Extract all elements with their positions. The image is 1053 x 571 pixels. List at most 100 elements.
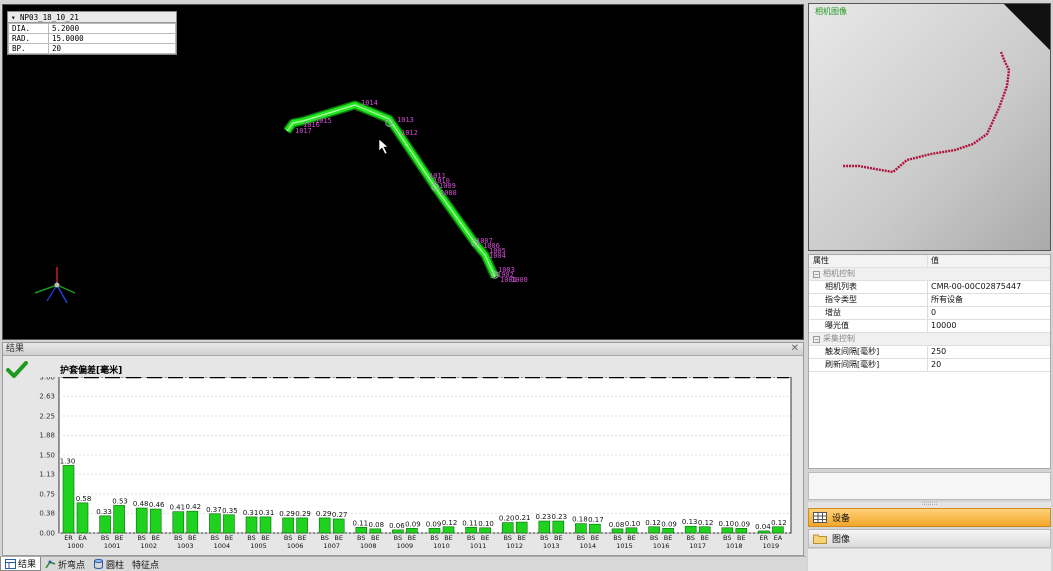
bar-type-label: BE <box>554 534 563 542</box>
tube-info-row: RAD. 15.0000 <box>8 33 176 44</box>
info-value-dia: 5.2000 <box>48 23 176 34</box>
tab-feature-points[interactable]: 特征点 <box>128 557 163 571</box>
bar-type-label: BS <box>686 534 694 542</box>
nav-images-button[interactable]: 图像 <box>808 529 1051 548</box>
section-acquisition-control-label: 采集控制 <box>823 334 855 343</box>
deviation-bar <box>245 516 258 534</box>
collapse-icon[interactable]: − <box>813 271 820 278</box>
property-row[interactable]: 相机列表 CMR-00-00C02875447 <box>809 281 1050 294</box>
info-value-rad: 15.0000 <box>48 33 176 44</box>
bar-value-label: 0.12 <box>771 519 787 527</box>
deviation-bar <box>589 523 601 534</box>
property-value[interactable]: 10000 <box>928 320 1050 332</box>
property-row[interactable]: 触发间隔[毫秒] 250 <box>809 346 1050 359</box>
property-description-box <box>808 472 1051 500</box>
section-acquisition-control[interactable]: − 采集控制 <box>809 333 1050 346</box>
property-grid: 属性 值 − 相机控制 相机列表 CMR-00-00C02875447 指令类型 所有… <box>808 254 1051 469</box>
tab-bend-points-label: 折弯点 <box>58 560 86 571</box>
tube-shadow <box>283 100 500 279</box>
value-column-header: 值 <box>931 256 939 265</box>
y-tick-label: 2.63 <box>39 393 55 401</box>
deviation-bar <box>282 517 294 534</box>
node-label: 1012 <box>401 129 418 137</box>
group-id-label: 1019 <box>763 542 780 550</box>
y-tick-label: 3.00 <box>39 377 55 382</box>
bar-value-label: 0.23 <box>552 513 568 521</box>
tab-bend-points[interactable]: 折弯点 <box>41 557 89 571</box>
deviation-chart: 3.00 2.63 2.25 1.88 1.50 1.13 0.75 0.38 0.00 1.30… <box>39 377 792 550</box>
bar-value-label: 0.29 <box>295 510 311 518</box>
bar-value-label: 0.10 <box>719 520 735 528</box>
property-value[interactable]: CMR-00-00C02875447 <box>928 281 1050 293</box>
y-tick-label: 0.75 <box>39 491 55 499</box>
deviation-bar <box>135 507 148 534</box>
node-label: 1014 <box>361 99 378 107</box>
deviation-bar <box>698 526 711 534</box>
bar-value-label: 0.04 <box>755 523 771 531</box>
bar-type-label: BE <box>664 534 673 542</box>
property-value[interactable]: 250 <box>928 346 1050 358</box>
tube-path[interactable] <box>284 102 498 279</box>
bar-value-label: 0.58 <box>76 495 92 503</box>
bar-value-label: 1.30 <box>60 457 76 465</box>
deviation-bar <box>186 510 199 534</box>
group-id-label: 1017 <box>689 542 706 550</box>
bar-type-label: BS <box>577 534 585 542</box>
tab-results[interactable]: 结果 <box>0 557 42 571</box>
deviation-bar <box>501 522 514 534</box>
property-key: 增益 <box>809 307 928 319</box>
property-row[interactable]: 曝光值 10000 <box>809 320 1050 333</box>
property-key: 相机列表 <box>809 281 928 293</box>
bar-value-label: 0.48 <box>133 500 149 508</box>
group-id-label: 1005 <box>250 542 267 550</box>
property-value[interactable]: 20 <box>928 359 1050 371</box>
deviation-bar <box>392 529 404 534</box>
deviation-bar <box>662 528 674 534</box>
property-row[interactable]: 指令类型 所有设备 <box>809 294 1050 307</box>
y-tick-label: 1.13 <box>39 471 55 479</box>
bar-type-label: BE <box>700 534 709 542</box>
bar-type-label: BS <box>394 534 402 542</box>
deviation-bar <box>296 517 308 534</box>
camera-image-view[interactable]: 相机图像 <box>808 3 1051 251</box>
bar-type-label: BS <box>284 534 292 542</box>
camera-label: 相机图像 <box>815 7 847 16</box>
bar-value-label: 0.10 <box>625 520 641 528</box>
bar-value-label: 0.09 <box>426 520 442 528</box>
nav-devices-button[interactable]: 设备 <box>808 508 1051 527</box>
info-value-bp: 20 <box>48 43 176 54</box>
bar-type-label: BE <box>298 534 307 542</box>
tube-3d-view[interactable]: 1017101610151014101310121011101010091008… <box>3 5 804 340</box>
group-id-label: 1001 <box>104 542 121 550</box>
bar-type-label: EA <box>78 534 87 542</box>
nav-empty-area <box>808 549 1051 571</box>
collapse-icon[interactable]: − <box>813 336 820 343</box>
property-row[interactable]: 刷新间隔[毫秒] 20 <box>809 359 1050 372</box>
bar-value-label: 0.12 <box>698 519 714 527</box>
deviation-bar <box>515 521 528 534</box>
bar-type-label: BE <box>225 534 234 542</box>
bar-value-label: 0.12 <box>442 519 458 527</box>
tab-cylinder[interactable]: 圆柱 <box>89 557 128 571</box>
3d-viewport[interactable]: 1017 1016 1015 1014 1013 1012 1011 1010 1009 1008… <box>2 4 804 340</box>
tube-info-row: BP. 20 <box>8 43 176 54</box>
close-icon[interactable]: ✕ <box>791 343 799 355</box>
section-camera-control[interactable]: − 相机控制 <box>809 268 1050 281</box>
group-id-label: 1018 <box>726 542 743 550</box>
bar-value-label: 0.10 <box>478 520 494 528</box>
results-header: 结果 ✕ <box>3 343 803 356</box>
bar-type-label: BS <box>503 534 511 542</box>
bar-type-label: BS <box>137 534 145 542</box>
info-key-bp: BP. <box>8 43 49 54</box>
bar-value-label: 0.12 <box>645 519 661 527</box>
bar-value-label: 0.37 <box>206 506 222 514</box>
property-value[interactable]: 0 <box>928 307 1050 319</box>
y-tick-label: 0.00 <box>39 530 55 538</box>
property-row[interactable]: 增益 0 <box>809 307 1050 320</box>
bar-value-label: 0.20 <box>499 515 515 523</box>
property-value[interactable]: 所有设备 <box>928 294 1050 306</box>
bar-type-label: BS <box>211 534 219 542</box>
property-header-row: 属性 值 <box>809 255 1050 268</box>
bar-value-label: 0.18 <box>572 516 588 524</box>
y-tick-label: 1.50 <box>39 452 55 460</box>
